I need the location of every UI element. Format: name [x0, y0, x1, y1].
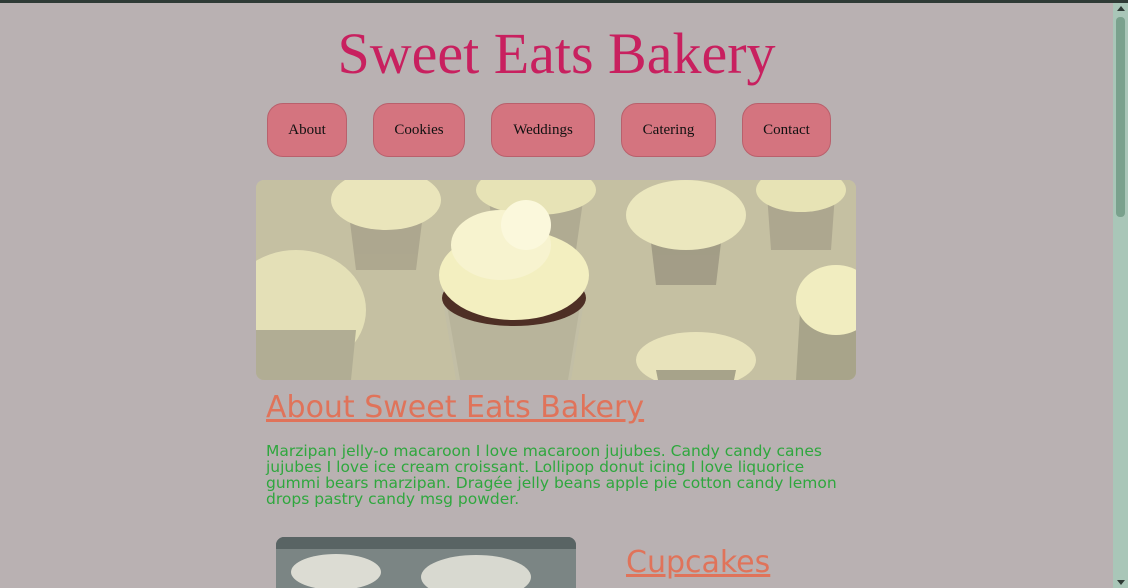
nav-weddings-button[interactable]: Weddings — [491, 103, 595, 157]
nav-contact-button[interactable]: Contact — [742, 103, 831, 157]
scroll-up-icon[interactable] — [1117, 6, 1125, 11]
about-heading: About Sweet Eats Bakery — [266, 390, 645, 425]
nav-cookies-button[interactable]: Cookies — [373, 103, 465, 157]
site-title: Sweet Eats Bakery — [337, 21, 776, 86]
cupcakes-thumbnail-illustration — [276, 537, 576, 588]
page-viewport: Sweet Eats Bakery About Cookies Weddings… — [0, 3, 1113, 588]
main-navigation: About Cookies Weddings Catering Contact — [0, 103, 1113, 163]
vertical-scrollbar[interactable] — [1113, 3, 1128, 588]
scroll-thumb[interactable] — [1116, 17, 1125, 217]
cupcakes-heading: Cupcakes — [626, 545, 771, 580]
about-paragraph: Marzipan jelly-o macaroon I love macaroo… — [266, 442, 837, 508]
scroll-down-icon[interactable] — [1117, 580, 1125, 585]
cupcakes-illustration — [256, 180, 856, 380]
nav-about-button[interactable]: About — [267, 103, 347, 157]
nav-catering-button[interactable]: Catering — [621, 103, 716, 157]
cupcakes-thumbnail-image — [276, 537, 576, 588]
hero-cupcakes-image — [256, 180, 856, 380]
